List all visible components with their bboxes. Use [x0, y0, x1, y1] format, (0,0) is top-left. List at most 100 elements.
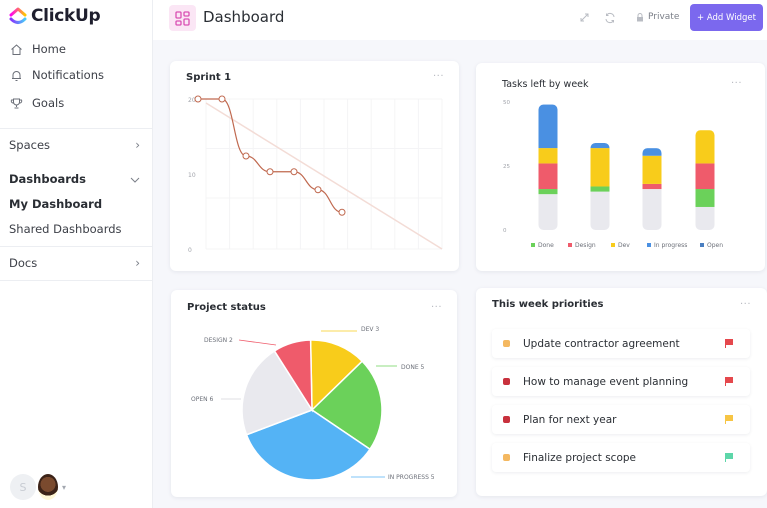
bar-segment-in-progress: [590, 142, 610, 149]
user-menu[interactable]: S ▾: [10, 474, 66, 500]
pie-label: DESIGN 2: [204, 337, 233, 344]
bar-segment-dev: [590, 148, 610, 187]
priority-item[interactable]: How to manage event planning: [492, 367, 750, 396]
sidebar-item-notifications[interactable]: Notifications: [9, 68, 104, 82]
priority-text: How to manage event planning: [523, 375, 689, 388]
bar-segment-open: [590, 191, 610, 230]
legend-label: In progress: [654, 242, 687, 249]
pie-label: OPEN 6: [191, 396, 214, 403]
bar-segment-dev: [695, 130, 715, 164]
priority-item[interactable]: Finalize project scope: [492, 443, 750, 472]
docs-label: Docs: [9, 256, 38, 270]
chevron-right-icon: ›: [135, 138, 140, 152]
sidebar: ClickUp Home Notifications Goals Spaces …: [0, 0, 153, 508]
legend-swatch: [611, 243, 615, 247]
pie-leader-line: [238, 339, 277, 346]
legend-label: Design: [575, 242, 596, 249]
more-options-icon[interactable]: ···: [740, 299, 751, 310]
sidebar-item-label: Notifications: [32, 68, 104, 82]
bar-segment-design: [642, 183, 662, 190]
topbar: Dashboard Private + Add Widget: [153, 0, 767, 40]
chevron-right-icon: ›: [135, 256, 140, 270]
private-label: Private: [648, 12, 680, 22]
priority-text: Plan for next year: [523, 413, 617, 426]
sidebar-item-goals[interactable]: Goals: [9, 96, 64, 110]
sidebar-item-my-dashboard[interactable]: My Dashboard: [9, 197, 102, 211]
data-point: [194, 95, 202, 103]
priority-item[interactable]: Plan for next year: [492, 405, 750, 434]
lock-icon: [637, 12, 643, 21]
logo-text: ClickUp: [31, 6, 101, 26]
trophy-icon: [9, 96, 23, 110]
bar-segment-in-progress: [538, 104, 558, 149]
y-tick-label: 0: [503, 228, 507, 234]
flag-icon[interactable]: [724, 453, 734, 462]
legend-swatch: [647, 243, 651, 247]
sprint-widget: Sprint 1 ··· 0 10 20: [170, 61, 459, 271]
tasks-chart: 0 25 50 Done Design Dev In progress Open: [503, 100, 723, 249]
bar-segment-open: [695, 206, 715, 230]
user-avatar[interactable]: [38, 474, 58, 500]
clickup-logo-icon: [9, 7, 27, 24]
privacy-toggle[interactable]: Private: [636, 12, 679, 22]
bar-segment-dev: [642, 155, 662, 184]
tasks-widget: Tasks left by week ··· 0 25 50 Done Design De…: [476, 63, 765, 271]
legend-label: Done: [538, 242, 554, 249]
sidebar-divider: [0, 280, 153, 281]
sidebar-item-label: Home: [32, 42, 66, 56]
refresh-icon[interactable]: [604, 12, 616, 27]
caret-down-icon: ▾: [62, 482, 67, 492]
data-point: [242, 152, 250, 160]
y-tick-label: 0: [188, 247, 192, 254]
data-point: [314, 186, 322, 194]
priority-item[interactable]: Update contractor agreement: [492, 329, 750, 358]
y-tick-label: 10: [188, 172, 196, 179]
bell-icon: [9, 68, 23, 82]
app: ClickUp Home Notifications Goals Spaces …: [0, 0, 767, 508]
sidebar-item-shared-dashboards[interactable]: Shared Dashboards: [9, 222, 122, 236]
legend-label: Open: [707, 242, 723, 249]
legend-label: Dev: [618, 242, 630, 249]
priority-text: Finalize project scope: [523, 451, 636, 464]
sprint-chart: 01020: [188, 95, 443, 254]
pie-label: IN PROGRESS 5: [388, 474, 435, 481]
flag-icon[interactable]: [724, 339, 734, 348]
bar-segment-done: [590, 186, 610, 192]
sidebar-item-spaces[interactable]: Spaces ›: [9, 138, 140, 152]
priority-status-dot: [503, 416, 510, 423]
bar-segment-design: [538, 163, 558, 190]
add-widget-button[interactable]: + Add Widget: [690, 4, 763, 31]
legend-swatch: [700, 243, 704, 247]
logo[interactable]: ClickUp: [9, 6, 101, 26]
data-point: [218, 95, 226, 103]
data-point: [266, 168, 274, 176]
priority-text: Update contractor agreement: [523, 337, 680, 350]
project-status-widget: Project status ··· DEV 3 DONE 5 IN PROGRES…: [171, 290, 457, 497]
dashboards-label: Dashboards: [9, 172, 86, 186]
expand-icon[interactable]: [579, 12, 590, 26]
project-status-chart: DEV 3 DONE 5 IN PROGRESS 5 OPEN 6 DESIGN 2: [191, 326, 435, 481]
priority-status-dot: [503, 454, 510, 461]
data-point: [338, 208, 346, 216]
sidebar-item-dashboards[interactable]: Dashboards: [9, 172, 140, 186]
workspace-avatar[interactable]: S: [10, 474, 36, 500]
data-point: [290, 168, 298, 176]
home-icon: [9, 42, 23, 56]
y-tick-label: 25: [503, 164, 510, 170]
bar-segment-open: [538, 194, 558, 230]
priority-status-dot: [503, 340, 510, 347]
sidebar-item-docs[interactable]: Docs ›: [9, 256, 140, 270]
bar-segment-in-progress: [642, 148, 662, 156]
page-title: Dashboard: [203, 8, 285, 26]
priorities-widget: This week priorities ··· Update contract…: [476, 288, 767, 496]
y-tick-label: 50: [503, 100, 510, 106]
bar-segment-open: [642, 189, 662, 230]
bar-segment-design: [695, 163, 715, 190]
sidebar-divider: [0, 128, 153, 129]
chevron-down-icon: [130, 172, 140, 186]
bar-segment-done: [695, 189, 715, 207]
flag-icon[interactable]: [724, 377, 734, 386]
legend-swatch: [568, 243, 572, 247]
sidebar-item-home[interactable]: Home: [9, 42, 66, 56]
flag-icon[interactable]: [724, 415, 734, 424]
